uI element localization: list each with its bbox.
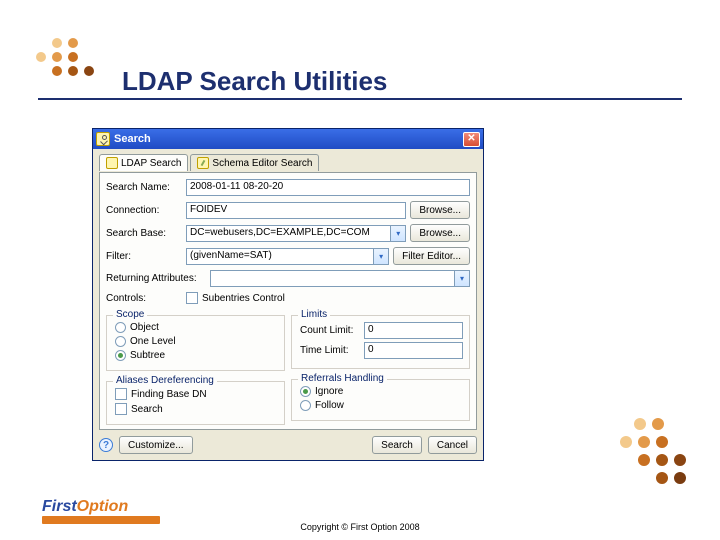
window-title: Search <box>114 133 151 145</box>
connection-label: Connection: <box>106 205 182 216</box>
tab-panel: Search Name: 2008-01-11 08-20-20 Connect… <box>99 172 477 430</box>
aliases-search-label: Search <box>131 404 163 415</box>
tab-strip: LDAP Search Schema Editor Search <box>99 153 477 170</box>
search-dialog: Search ✕ LDAP Search Schema Editor Searc… <box>92 128 484 461</box>
connection-browse-button[interactable]: Browse... <box>410 201 470 219</box>
search-icon <box>106 157 118 169</box>
aliases-group: Aliases Dereferencing Finding Base DN Se… <box>106 381 285 425</box>
company-logo: FirstOption <box>42 498 128 516</box>
referrals-ignore-radio[interactable] <box>300 386 311 397</box>
referrals-follow-label: Follow <box>315 400 344 411</box>
dialog-footer: ? Customize... Search Cancel <box>99 436 477 454</box>
titlebar[interactable]: Search ✕ <box>93 129 483 149</box>
search-name-input[interactable]: 2008-01-11 08-20-20 <box>186 179 470 196</box>
returning-attrs-label: Returning Attributes: <box>106 273 206 284</box>
aliases-finding-label: Finding Base DN <box>131 389 207 400</box>
limits-group-label: Limits <box>298 309 330 320</box>
count-limit-label: Count Limit: <box>300 325 360 336</box>
time-limit-label: Time Limit: <box>300 345 360 356</box>
returning-attrs-input[interactable] <box>210 270 455 287</box>
referrals-group: Referrals Handling Ignore Follow <box>291 379 470 421</box>
cancel-button[interactable]: Cancel <box>428 436 477 454</box>
referrals-ignore-label: Ignore <box>315 386 343 397</box>
dialog-body: LDAP Search Schema Editor Search Search … <box>93 149 483 460</box>
decoration-dots-bottom <box>620 418 710 498</box>
copyright-text: Copyright © First Option 2008 <box>0 522 720 532</box>
tab-label: LDAP Search <box>121 158 181 169</box>
scope-group: Scope Object One Level Subtree <box>106 315 285 371</box>
tab-label: Schema Editor Search <box>212 158 312 169</box>
logo-text-first: First <box>42 498 77 515</box>
controls-label: Controls: <box>106 293 182 304</box>
slide-title: LDAP Search Utilities <box>122 66 387 97</box>
filter-editor-button[interactable]: Filter Editor... <box>393 247 470 265</box>
logo-text-option: Option <box>77 498 129 515</box>
aliases-group-label: Aliases Dereferencing <box>113 375 217 386</box>
search-button[interactable]: Search <box>372 436 422 454</box>
close-button[interactable]: ✕ <box>463 132 480 147</box>
scope-group-label: Scope <box>113 309 147 320</box>
subentries-checkbox[interactable] <box>186 292 198 304</box>
filter-input[interactable]: (givenName=SAT) <box>186 248 374 265</box>
search-base-input[interactable]: DC=webusers,DC=EXAMPLE,DC=COM <box>186 225 391 242</box>
returning-attrs-dropdown[interactable]: ▾ <box>455 270 470 287</box>
scope-subtree-label: Subtree <box>130 350 165 361</box>
limits-group: Limits Count Limit:0 Time Limit:0 <box>291 315 470 369</box>
connection-input[interactable]: FOIDEV <box>186 202 406 219</box>
customize-button[interactable]: Customize... <box>119 436 193 454</box>
slide-underline <box>38 98 682 100</box>
scope-object-radio[interactable] <box>115 322 126 333</box>
editor-icon <box>197 157 209 169</box>
search-base-label: Search Base: <box>106 228 182 239</box>
scope-onelevel-label: One Level <box>130 336 176 347</box>
search-base-browse-button[interactable]: Browse... <box>410 224 470 242</box>
aliases-search-checkbox[interactable] <box>115 403 127 415</box>
scope-subtree-radio[interactable] <box>115 350 126 361</box>
tab-schema-editor-search[interactable]: Schema Editor Search <box>190 154 319 171</box>
scope-onelevel-radio[interactable] <box>115 336 126 347</box>
time-limit-input[interactable]: 0 <box>364 342 463 359</box>
referrals-follow-radio[interactable] <box>300 400 311 411</box>
filter-label: Filter: <box>106 251 182 262</box>
search-icon <box>96 132 110 146</box>
filter-dropdown[interactable]: ▾ <box>374 248 389 265</box>
help-icon[interactable]: ? <box>99 438 113 452</box>
aliases-finding-checkbox[interactable] <box>115 388 127 400</box>
subentries-label: Subentries Control <box>202 293 285 304</box>
scope-object-label: Object <box>130 322 159 333</box>
tab-ldap-search[interactable]: LDAP Search <box>99 154 188 171</box>
count-limit-input[interactable]: 0 <box>364 322 463 339</box>
referrals-group-label: Referrals Handling <box>298 373 387 384</box>
decoration-dots-top <box>36 38 116 88</box>
search-base-dropdown[interactable]: ▾ <box>391 225 406 242</box>
search-name-label: Search Name: <box>106 182 182 193</box>
